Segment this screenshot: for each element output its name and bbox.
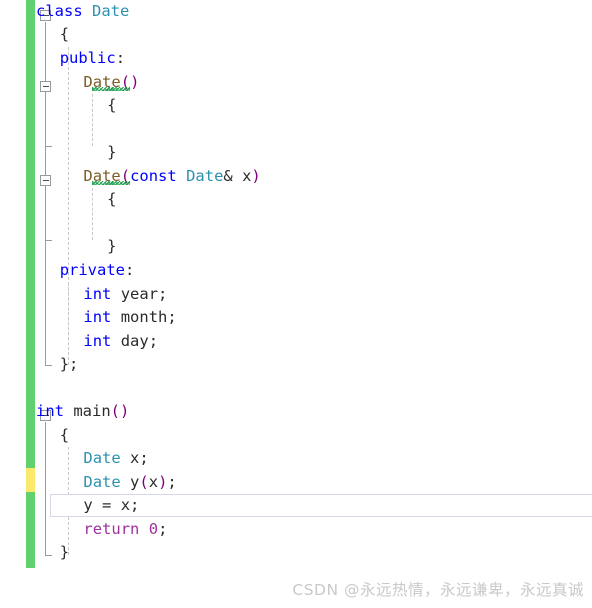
code-line[interactable]: { — [0, 424, 592, 448]
token-type: Date — [186, 167, 224, 185]
token-kw: int — [83, 308, 112, 326]
code-line[interactable] — [0, 377, 592, 401]
token-type: Date — [83, 449, 121, 467]
code-line-text: } — [107, 141, 116, 165]
code-line[interactable]: } — [0, 235, 592, 259]
error-squiggle — [92, 181, 130, 185]
token-brace: { — [59, 426, 70, 444]
code-line[interactable]: class Date — [0, 0, 592, 24]
token-plain: x — [148, 473, 159, 491]
token-brace: }; — [59, 355, 79, 373]
token-plain: ; — [167, 473, 177, 491]
code-line-text: int month; — [83, 306, 176, 330]
token-plain: ; — [158, 520, 168, 538]
token-brace: } — [59, 543, 70, 561]
token-plain: main — [64, 402, 111, 420]
token-num: 0 — [148, 520, 159, 538]
token-punct: ) — [251, 167, 261, 185]
token-plain: : — [125, 261, 135, 279]
code-line-text: } — [107, 235, 116, 259]
token-kw: int — [83, 332, 112, 350]
code-line[interactable] — [0, 118, 592, 142]
code-line-text: private: — [60, 259, 135, 283]
code-line[interactable]: Date x; — [0, 447, 592, 471]
error-squiggle — [92, 87, 130, 91]
token-brace: { — [107, 190, 117, 208]
code-line[interactable]: }; — [0, 353, 592, 377]
code-line-text: Date x; — [83, 447, 148, 471]
token-kw: const — [130, 167, 177, 185]
code-line[interactable]: } — [0, 541, 592, 565]
token-brace: } — [107, 237, 117, 255]
token-punct: ) — [120, 402, 130, 420]
token-ctrl: return — [83, 520, 140, 538]
token-brace: { — [107, 96, 117, 114]
code-line[interactable]: { — [0, 188, 592, 212]
code-line-text: int main() — [36, 400, 129, 424]
token-plain: x; — [120, 449, 149, 467]
code-line[interactable]: { — [0, 23, 592, 47]
code-line[interactable]: { — [0, 94, 592, 118]
token-plain: & x — [223, 167, 252, 185]
code-line-text: y = x; — [83, 494, 139, 518]
token-kw: int — [83, 285, 112, 303]
token-plain: month; — [111, 308, 177, 326]
code-line[interactable]: int month; — [0, 306, 592, 330]
code-line[interactable]: int year; — [0, 283, 592, 307]
code-line[interactable] — [0, 212, 592, 236]
token-kw: private — [59, 261, 126, 279]
token-type: Date — [92, 2, 130, 20]
token-brace: } — [107, 143, 117, 161]
code-line-text: { — [107, 94, 116, 118]
code-line[interactable]: } — [0, 141, 592, 165]
code-line-text: } — [60, 541, 69, 565]
code-line-text: { — [60, 424, 69, 448]
token-punct: ) — [130, 73, 140, 91]
token-punct: ( — [139, 473, 149, 491]
code-line-text: public: — [60, 47, 125, 71]
token-kw: public — [59, 49, 116, 67]
code-line[interactable]: return 0; — [0, 518, 592, 542]
code-line[interactable]: public: — [0, 47, 592, 71]
token-kw: class — [36, 2, 83, 20]
csdn-watermark: CSDN @永远热情，永远谦卑，永远真诚 — [292, 581, 584, 599]
code-lines[interactable]: class Date{public: Date(){} Date(const Dat… — [0, 0, 592, 608]
code-line[interactable]: y = x; — [0, 494, 592, 518]
code-line-text: int day; — [83, 330, 158, 354]
code-line[interactable]: int day; — [0, 330, 592, 354]
token-plain: y — [120, 473, 140, 491]
code-line-text: return 0; — [83, 518, 167, 542]
code-line[interactable]: Date() — [0, 71, 592, 95]
code-line[interactable]: Date(const Date& x) — [0, 165, 592, 189]
token-kw: int — [36, 402, 64, 420]
code-line-text: int year; — [83, 283, 167, 307]
code-line-text: { — [60, 23, 69, 47]
token-plain: y = x; — [83, 496, 140, 514]
code-editor[interactable]: class Date{public: Date(){} Date(const Dat… — [0, 0, 592, 608]
code-line[interactable]: private: — [0, 259, 592, 283]
code-line-text: class Date — [36, 0, 129, 24]
code-line-text: }; — [60, 353, 79, 377]
code-line[interactable]: Date y(x); — [0, 471, 592, 495]
code-line-text: { — [107, 188, 116, 212]
token-plain: year; — [111, 285, 168, 303]
token-plain: day; — [111, 332, 159, 350]
token-plain: : — [115, 49, 126, 67]
token-punct: ( — [110, 402, 121, 420]
token-type: Date — [83, 473, 121, 491]
token-brace: { — [59, 25, 70, 43]
code-line-text: Date y(x); — [83, 471, 176, 495]
code-line[interactable]: int main() — [0, 400, 592, 424]
